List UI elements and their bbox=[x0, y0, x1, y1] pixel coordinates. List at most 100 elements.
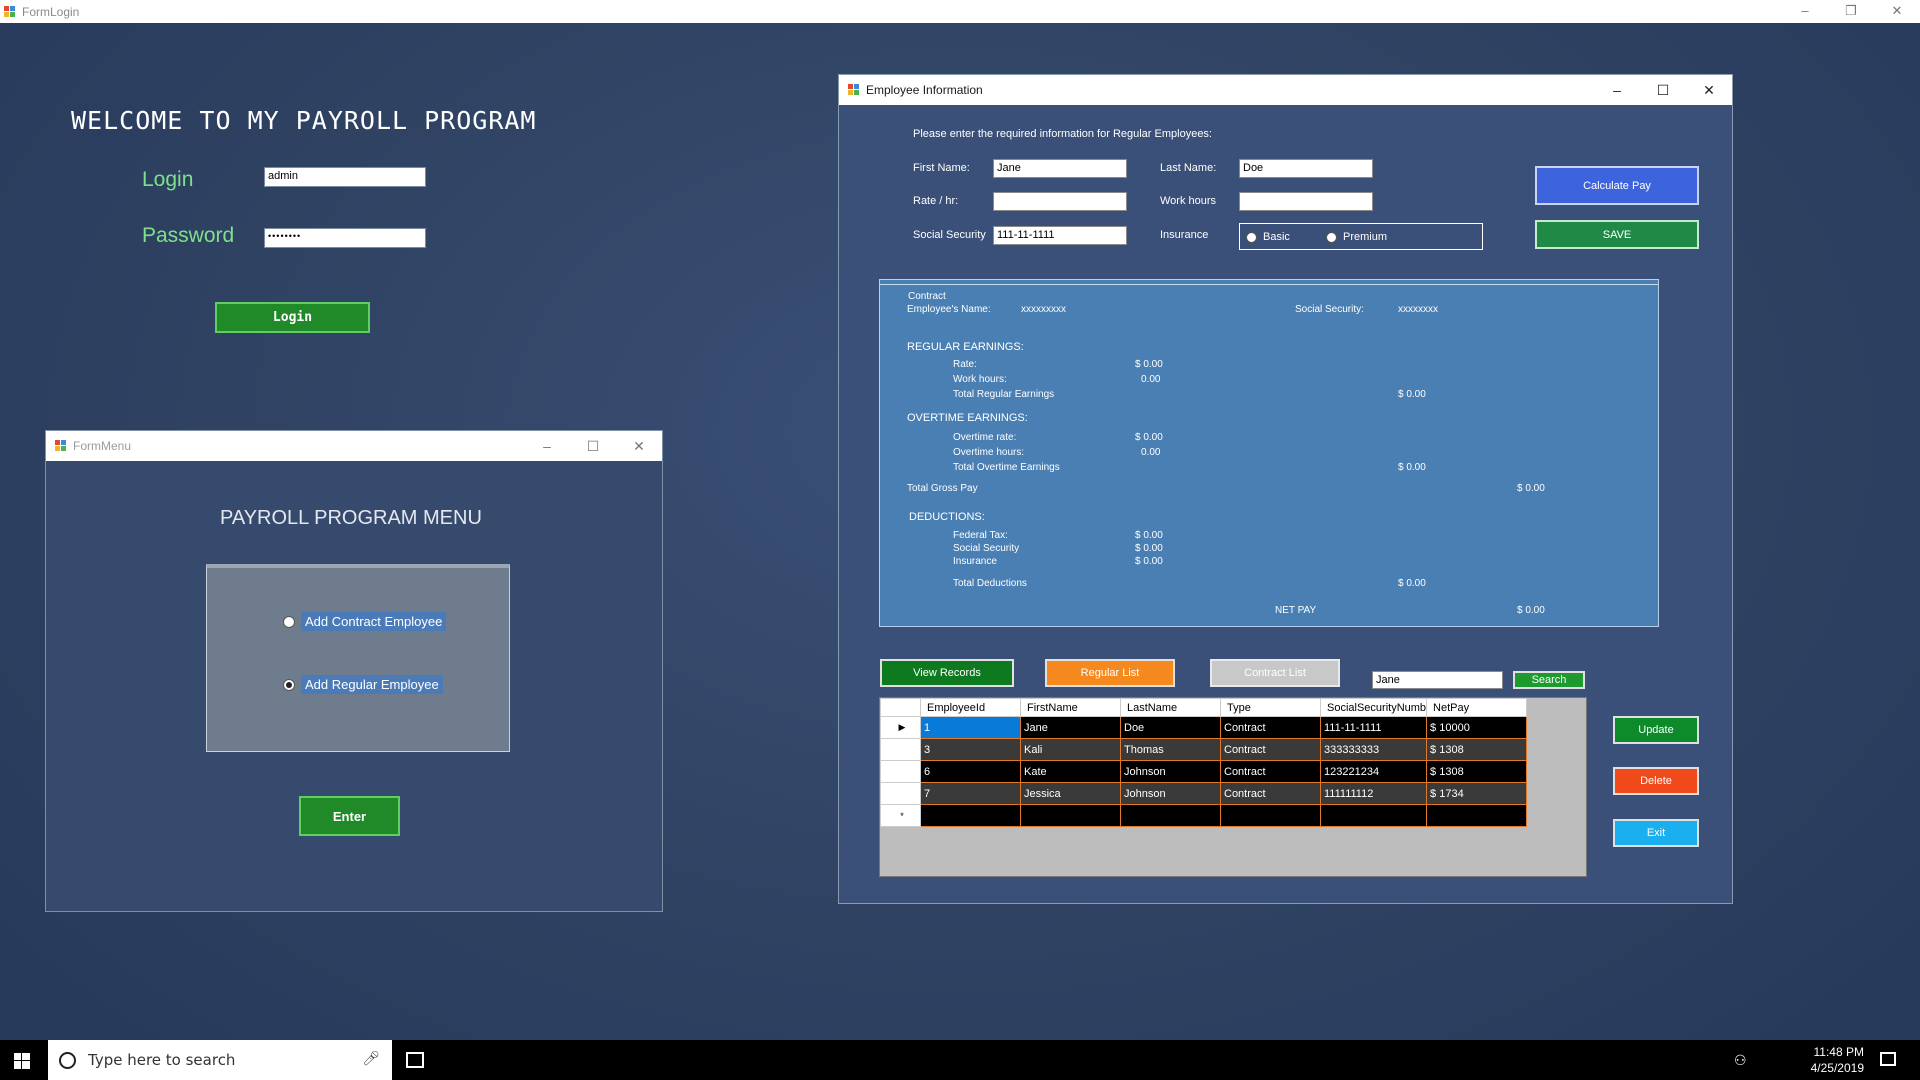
table-cell[interactable]: Kate bbox=[1020, 760, 1121, 783]
table-cell[interactable]: $ 1734 bbox=[1426, 782, 1528, 805]
insurance-deduction-value: $ 0.00 bbox=[1135, 556, 1163, 567]
ot-hours-value: 0.00 bbox=[1141, 447, 1161, 458]
calculate-pay-button[interactable]: Calculate Pay bbox=[1535, 166, 1699, 205]
new-row[interactable]: * bbox=[880, 804, 1528, 827]
notifications-icon[interactable] bbox=[1880, 1052, 1896, 1066]
table-cell[interactable]: $ 1308 bbox=[1426, 760, 1528, 783]
table-row[interactable]: ▶ 1 Jane Doe Contract 111-11-1111 $ 1000… bbox=[880, 716, 1528, 739]
search-input[interactable]: Jane bbox=[1372, 671, 1503, 689]
minimize-icon[interactable]: – bbox=[1782, 0, 1828, 23]
table-row[interactable]: 6 Kate Johnson Contract 123221234 $ 1308 bbox=[880, 760, 1528, 783]
table-cell[interactable]: Thomas bbox=[1120, 738, 1221, 761]
radio-icon[interactable] bbox=[283, 678, 295, 691]
table-cell[interactable]: $ 10000 bbox=[1426, 716, 1528, 739]
table-cell[interactable] bbox=[1120, 804, 1221, 827]
restore-icon[interactable]: ❐ bbox=[1828, 0, 1874, 23]
table-cell[interactable]: Jane bbox=[1020, 716, 1121, 739]
table-cell[interactable]: 1 bbox=[920, 716, 1021, 739]
close-icon[interactable]: ✕ bbox=[1874, 0, 1920, 23]
radio-add-regular[interactable]: Add Regular Employee bbox=[283, 675, 443, 694]
table-cell[interactable] bbox=[1220, 804, 1321, 827]
taskbar-search-box[interactable]: Type here to search 🎤︎ bbox=[48, 1040, 392, 1080]
people-icon[interactable]: ⚇ bbox=[1734, 1052, 1747, 1069]
radio-icon[interactable] bbox=[283, 615, 295, 628]
column-header[interactable]: SocialSecurityNumb bbox=[1319, 698, 1428, 717]
delete-button[interactable]: Delete bbox=[1613, 767, 1699, 795]
work-hours-input[interactable] bbox=[1239, 192, 1373, 211]
row-header[interactable] bbox=[880, 782, 921, 805]
save-button[interactable]: SAVE bbox=[1535, 220, 1699, 249]
net-pay-value: $ 0.00 bbox=[1517, 605, 1545, 616]
table-cell[interactable]: $ 1308 bbox=[1426, 738, 1528, 761]
update-button[interactable]: Update bbox=[1613, 716, 1699, 744]
table-cell[interactable]: Contract bbox=[1220, 760, 1321, 783]
table-cell[interactable]: 111111112 bbox=[1319, 782, 1428, 805]
windows-start-icon[interactable] bbox=[14, 1053, 30, 1069]
table-cell[interactable]: Jessica bbox=[1020, 782, 1121, 805]
exit-button[interactable]: Exit bbox=[1613, 819, 1699, 847]
task-view-icon[interactable] bbox=[406, 1052, 424, 1068]
ssn-input[interactable]: 111-11-1111 bbox=[993, 226, 1127, 245]
row-header[interactable] bbox=[880, 738, 921, 761]
window-title: FormLogin bbox=[22, 4, 80, 19]
table-cell[interactable] bbox=[1426, 804, 1528, 827]
microphone-icon[interactable]: 🎤︎ bbox=[362, 1050, 380, 1067]
table-cell[interactable]: 333333333 bbox=[1319, 738, 1428, 761]
table-row[interactable]: 7 Jessica Johnson Contract 111111112 $ 1… bbox=[880, 782, 1528, 805]
maximize-icon[interactable]: ☐ bbox=[570, 431, 616, 461]
table-cell[interactable]: Johnson bbox=[1120, 760, 1221, 783]
rate-input[interactable] bbox=[993, 192, 1127, 211]
password-label: Password bbox=[142, 224, 235, 247]
total-ot-label: Total Overtime Earnings bbox=[953, 462, 1060, 473]
row-header[interactable] bbox=[880, 760, 921, 783]
work-hours-label: Work hours: bbox=[953, 374, 1007, 385]
radio-basic[interactable]: Basic bbox=[1246, 231, 1290, 243]
column-header[interactable]: FirstName bbox=[1020, 698, 1121, 717]
view-records-button[interactable]: View Records bbox=[880, 659, 1014, 687]
table-cell[interactable]: 6 bbox=[920, 760, 1021, 783]
table-cell[interactable]: 123221234 bbox=[1319, 760, 1428, 783]
search-button[interactable]: Search bbox=[1513, 671, 1585, 689]
login-button[interactable]: Login bbox=[215, 302, 370, 333]
radio-icon[interactable] bbox=[1326, 231, 1337, 243]
close-icon[interactable]: ✕ bbox=[1686, 75, 1732, 105]
column-header[interactable]: LastName bbox=[1120, 698, 1221, 717]
new-row-marker[interactable]: * bbox=[880, 804, 921, 827]
minimize-icon[interactable]: – bbox=[524, 431, 570, 461]
column-header[interactable]: Type bbox=[1220, 698, 1321, 717]
table-cell[interactable]: Contract bbox=[1220, 782, 1321, 805]
last-name-input[interactable]: Doe bbox=[1239, 159, 1373, 178]
table-cell[interactable]: 7 bbox=[920, 782, 1021, 805]
radio-add-contract[interactable]: Add Contract Employee bbox=[283, 612, 447, 631]
radio-icon[interactable] bbox=[1246, 231, 1257, 243]
table-row[interactable]: 3 Kali Thomas Contract 333333333 $ 1308 bbox=[880, 738, 1528, 761]
table-cell[interactable]: 3 bbox=[920, 738, 1021, 761]
table-cell[interactable] bbox=[920, 804, 1021, 827]
current-row-icon[interactable]: ▶ bbox=[880, 716, 921, 739]
maximize-icon[interactable]: ☐ bbox=[1640, 75, 1686, 105]
close-icon[interactable]: ✕ bbox=[616, 431, 662, 461]
login-input[interactable]: admin bbox=[264, 167, 426, 187]
table-cell[interactable]: Kali bbox=[1020, 738, 1121, 761]
enter-button[interactable]: Enter bbox=[299, 796, 400, 836]
report-ssn-value: xxxxxxxx bbox=[1398, 304, 1438, 315]
contract-list-button[interactable]: Contract List bbox=[1210, 659, 1340, 687]
table-cell[interactable]: Contract bbox=[1220, 738, 1321, 761]
employee-records-grid[interactable]: EmployeeId FirstName LastName Type Socia… bbox=[879, 697, 1587, 877]
radio-premium[interactable]: Premium bbox=[1326, 231, 1387, 243]
password-input[interactable]: •••••••• bbox=[264, 228, 426, 248]
regular-list-button[interactable]: Regular List bbox=[1045, 659, 1175, 687]
table-cell[interactable]: Johnson bbox=[1120, 782, 1221, 805]
minimize-icon[interactable]: – bbox=[1594, 75, 1640, 105]
table-cell[interactable]: 111-11-1111 bbox=[1319, 716, 1428, 739]
table-cell[interactable] bbox=[1020, 804, 1121, 827]
column-header[interactable]: EmployeeId bbox=[920, 698, 1021, 717]
table-cell[interactable]: Doe bbox=[1120, 716, 1221, 739]
gross-pay-value: $ 0.00 bbox=[1517, 483, 1545, 494]
first-name-label: First Name: bbox=[913, 162, 970, 174]
column-header[interactable]: NetPay bbox=[1426, 698, 1528, 717]
table-cell[interactable]: Contract bbox=[1220, 716, 1321, 739]
table-cell[interactable] bbox=[1319, 804, 1428, 827]
first-name-input[interactable]: Jane bbox=[993, 159, 1127, 178]
system-clock[interactable]: 11:48 PM 4/25/2019 bbox=[1800, 1044, 1864, 1076]
